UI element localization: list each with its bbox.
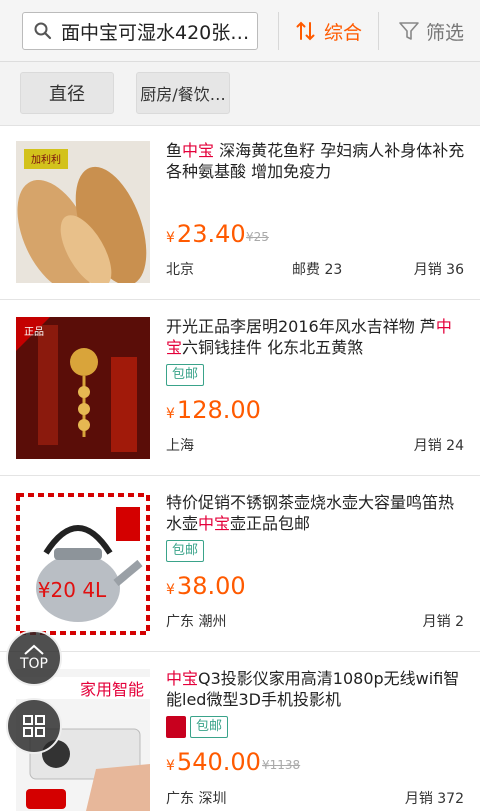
product-image[interactable]: 加利利 — [16, 141, 150, 283]
grid-icon — [23, 715, 45, 737]
product-title[interactable]: 鱼中宝 深海黄花鱼籽 孕妇病人补身体补充各种氨基酸 增加免疫力 — [166, 140, 466, 182]
postage: 邮费 23 — [292, 262, 343, 278]
store-logo-icon — [166, 716, 186, 738]
free-shipping-badge: 包邮 — [166, 540, 205, 562]
chevron-up-icon — [24, 644, 44, 655]
title-text: 开光正品李居明2016年风水吉祥物 芦 — [166, 317, 436, 336]
price: ¥23.40 — [166, 220, 246, 248]
original-price: ¥25 — [246, 230, 269, 244]
search-icon — [34, 22, 52, 40]
product-title[interactable]: 开光正品李居明2016年风水吉祥物 芦中宝六铜钱挂件 化东北五黄煞 — [166, 316, 466, 358]
monthly-sales: 月销 2 — [422, 614, 464, 630]
free-shipping-badge: 包邮 — [190, 716, 229, 738]
title-text: 六铜钱挂件 化东北五黄煞 — [182, 338, 364, 357]
title-highlight: 中宝 — [198, 514, 231, 533]
tag-bar: 直径 厨房/餐饮… — [0, 62, 480, 126]
price-value: 128.00 — [176, 396, 261, 424]
price: ¥38.00 — [166, 572, 246, 600]
monthly-sales: 月销 36 — [413, 262, 464, 278]
divider — [378, 12, 379, 50]
grid-view-button[interactable] — [6, 698, 62, 754]
tag-diameter[interactable]: 直径 — [20, 72, 114, 114]
funnel-icon — [399, 22, 419, 40]
location: 广东 深圳 — [166, 791, 227, 807]
price-value: 23.40 — [176, 220, 246, 248]
image-caption: 家用智能 — [80, 680, 144, 699]
title-highlight: 中宝 — [166, 669, 199, 688]
sort-button[interactable]: 综合 — [296, 14, 362, 48]
title-text: 壶正品包邮 — [230, 514, 311, 533]
product-image[interactable]: 正品 — [16, 317, 150, 459]
image-caption: 加利利 — [31, 154, 61, 166]
title-highlight: 中宝 — [182, 141, 215, 160]
sort-label: 综合 — [324, 21, 363, 44]
image-caption: 正品 — [24, 326, 44, 338]
product-item[interactable]: 加利利 鱼中宝 深海黄花鱼籽 孕妇病人补身体补充各种氨基酸 增加免疫力 ¥23.… — [0, 126, 480, 300]
divider — [278, 12, 279, 50]
price-value: 540.00 — [176, 748, 261, 776]
search-query[interactable]: 面中宝可湿水420张… — [61, 18, 251, 45]
price-value: 38.00 — [176, 572, 246, 600]
top-label: TOP — [19, 656, 48, 672]
location: 北京 — [166, 262, 194, 278]
original-price: ¥1138 — [262, 758, 301, 772]
product-item[interactable]: 正品 开光正品李居明2016年风水吉祥物 芦中宝六铜钱挂件 化东北五黄煞 包邮 … — [0, 300, 480, 476]
top-bar: 面中宝可湿水420张… 综合 筛选 — [0, 0, 480, 62]
search-box[interactable]: 面中宝可湿水420张… — [22, 12, 258, 50]
monthly-sales: 月销 372 — [404, 791, 464, 807]
monthly-sales: 月销 24 — [413, 438, 464, 454]
image-caption: ¥20 4L — [38, 578, 107, 602]
filter-label: 筛选 — [426, 21, 465, 44]
filter-button[interactable]: 筛选 — [398, 14, 464, 48]
sort-arrows-icon — [296, 21, 315, 41]
title-text: Q3投影仪家用高清1080p无线wifi智能led微型3D手机投影机 — [166, 669, 460, 709]
product-item[interactable]: 家用智能 中宝Q3投影仪家用高清1080p无线wifi智能led微型3D手机投影… — [0, 652, 480, 811]
product-image[interactable]: ¥20 4L — [16, 493, 150, 635]
free-shipping-badge: 包邮 — [166, 364, 205, 386]
product-item[interactable]: ¥20 4L 特价促销不锈钢茶壶烧水壶大容量鸣笛热水壶中宝壶正品包邮 包邮 ¥3… — [0, 476, 480, 652]
back-to-top-button[interactable]: TOP — [6, 630, 62, 686]
price: ¥540.00 — [166, 748, 261, 776]
location: 广东 潮州 — [166, 614, 227, 630]
product-title[interactable]: 中宝Q3投影仪家用高清1080p无线wifi智能led微型3D手机投影机 — [166, 668, 466, 710]
tag-kitchen[interactable]: 厨房/餐饮… — [136, 72, 230, 114]
product-title[interactable]: 特价促销不锈钢茶壶烧水壶大容量鸣笛热水壶中宝壶正品包邮 — [166, 492, 466, 534]
location: 上海 — [166, 438, 194, 454]
title-text: 鱼 — [166, 141, 183, 160]
price: ¥128.00 — [166, 396, 261, 424]
